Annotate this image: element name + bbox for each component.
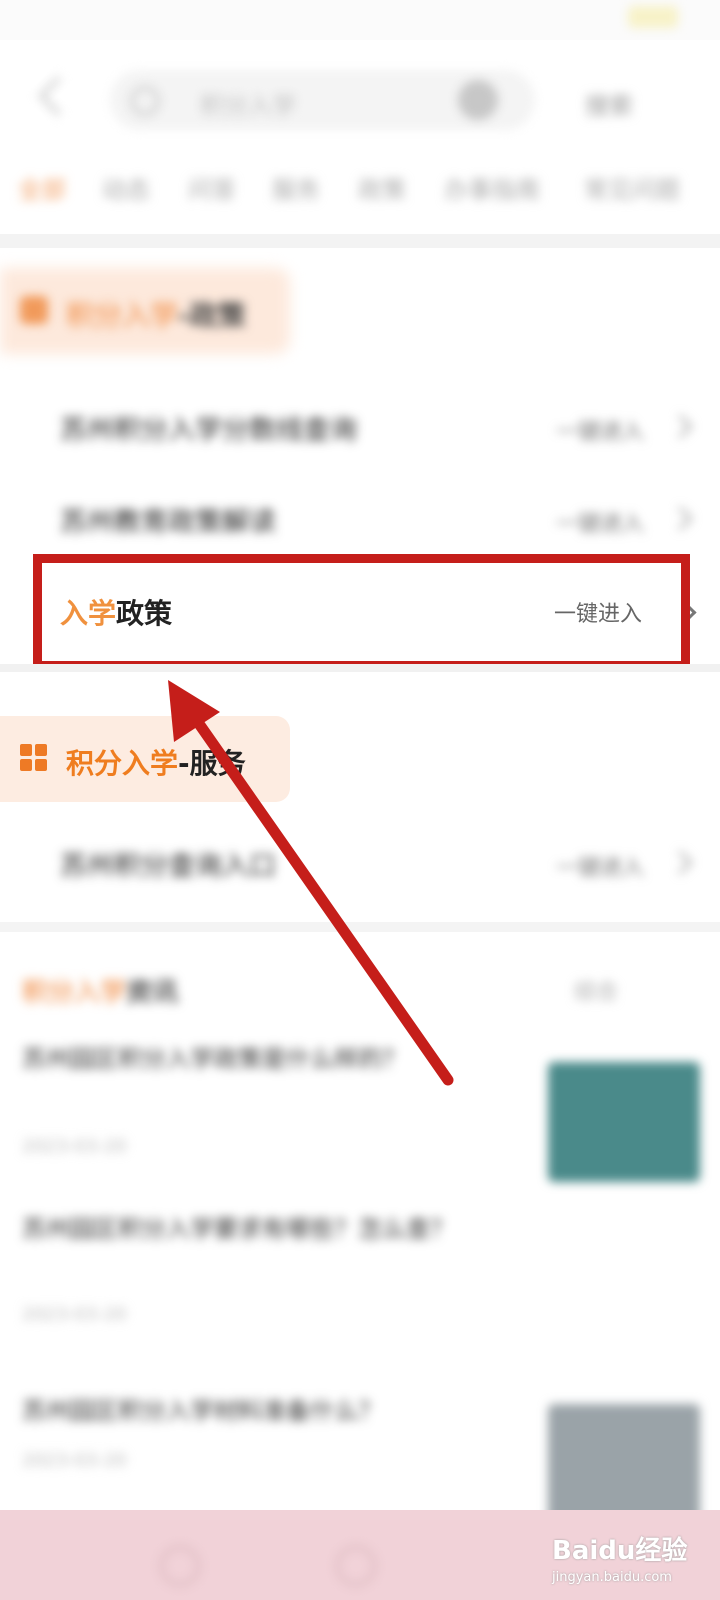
annotation-arrow-icon — [168, 680, 454, 1086]
